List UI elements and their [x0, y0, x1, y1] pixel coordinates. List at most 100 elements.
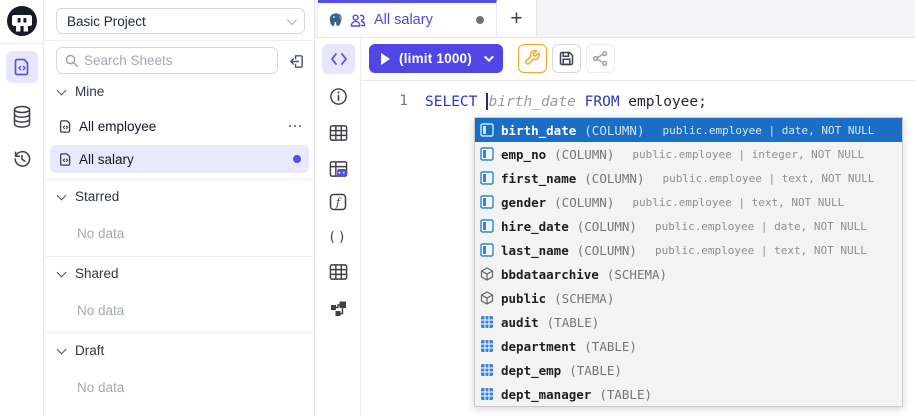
rail-item-info[interactable] — [328, 86, 348, 106]
suggestion-gender[interactable]: gender (COLUMN) public.employee | text, … — [475, 190, 902, 214]
column-icon — [480, 243, 494, 257]
column-icon — [480, 219, 494, 233]
wrench-icon — [524, 50, 541, 67]
table-icon — [480, 387, 494, 401]
search-sheets-input[interactable]: Search Sheets — [56, 47, 278, 74]
suggestion-public[interactable]: public (SCHEMA) — [475, 286, 902, 310]
sql-editor-app: Basic Project Search Sheets Mine — [0, 0, 915, 416]
column-icon — [480, 195, 494, 209]
search-placeholder: Search Sheets — [84, 53, 173, 68]
sql-text: employee; — [620, 94, 707, 110]
sheet-item-all-salary[interactable]: All salary — [50, 145, 309, 173]
format-sql-button[interactable] — [518, 44, 547, 73]
section-shared-label: Shared — [75, 266, 119, 281]
chevron-down-icon — [484, 52, 494, 62]
search-icon — [64, 53, 79, 68]
suggestion-bbdataarchive[interactable]: bbdataarchive (SCHEMA) — [475, 262, 902, 286]
table-icon — [329, 124, 348, 142]
table-icon — [480, 363, 494, 377]
table-icon — [480, 315, 494, 329]
section-draft-label: Draft — [75, 343, 104, 358]
table-icon — [329, 263, 348, 281]
save-sheet-button[interactable] — [552, 44, 581, 73]
rail-item-external-tables[interactable] — [328, 262, 348, 282]
panel-divider — [44, 332, 315, 333]
sheet-panel: Basic Project Search Sheets Mine — [44, 0, 315, 416]
rail-item-table-data[interactable] — [328, 159, 348, 179]
panel-divider — [44, 256, 315, 257]
sidebar-divider — [0, 43, 44, 44]
suggestion-dept-emp[interactable]: dept_emp (TABLE) — [475, 358, 902, 382]
suggestion-first-name[interactable]: first_name (COLUMN) public.employee | te… — [475, 166, 902, 190]
info-icon — [329, 87, 348, 106]
new-tab-button[interactable]: + — [497, 0, 537, 37]
tab-label: All salary — [372, 12, 470, 28]
column-icon — [480, 147, 494, 161]
code-line-1: 1 SELECT birth_date FROM employee; — [361, 91, 707, 111]
table-highlight-icon — [329, 160, 348, 178]
rail-item-tables[interactable] — [328, 123, 348, 143]
chevron-down-icon — [57, 85, 67, 95]
sheet-item-all-employee[interactable]: All employee — [50, 112, 309, 140]
project-selector-value: Basic Project — [67, 14, 287, 29]
database-icon — [11, 105, 33, 129]
project-selector[interactable]: Basic Project — [56, 8, 305, 34]
sql-keyword: SELECT — [425, 94, 486, 110]
chevron-down-icon — [287, 15, 297, 25]
line-number: 1 — [361, 93, 408, 109]
rail-item-functions[interactable]: f — [328, 192, 348, 212]
play-icon — [381, 53, 390, 65]
rail-item-code[interactable] — [322, 44, 355, 74]
run-query-button[interactable]: (limit 1000) — [369, 44, 503, 73]
unsaved-dot-icon — [476, 16, 484, 24]
suggestion-last-name[interactable]: last_name (COLUMN) public.employee | tex… — [475, 238, 902, 262]
sql-keyword: FROM — [576, 94, 620, 110]
panel-divider — [44, 40, 315, 41]
code-icon — [330, 52, 348, 66]
bytebase-logo-icon[interactable] — [7, 6, 37, 36]
suggestion-dept-manager[interactable]: dept_manager (TABLE) — [475, 382, 902, 406]
editor-rail: f () — [315, 0, 361, 416]
function-icon: f — [329, 193, 347, 211]
section-starred-label: Starred — [75, 189, 119, 204]
brackets-icon: () — [328, 230, 348, 245]
suggestion-hire-date[interactable]: hire_date (COLUMN) public.employee | dat… — [475, 214, 902, 238]
share-sheet-button[interactable] — [586, 44, 615, 73]
open-sheet-button[interactable] — [285, 50, 307, 72]
sheet-item-label: All salary — [79, 152, 287, 167]
sidebar-item-databases[interactable] — [6, 101, 38, 133]
rail-item-schema-diagram[interactable] — [328, 298, 348, 318]
users-icon — [350, 13, 366, 28]
sidebar-item-sheets[interactable] — [6, 51, 38, 83]
section-starred[interactable]: Starred — [58, 189, 119, 204]
ghost-suggestion-text: birth_date — [489, 94, 576, 110]
section-mine[interactable]: Mine — [58, 84, 104, 99]
active-sheet-dot — [293, 155, 301, 163]
column-icon — [480, 171, 494, 185]
tab-all-salary[interactable]: All salary — [318, 0, 497, 37]
sidebar-item-history[interactable] — [6, 143, 38, 175]
suggestion-emp-no[interactable]: emp_no (COLUMN) public.employee | intege… — [475, 142, 902, 166]
suggestion-department[interactable]: department (TABLE) — [475, 334, 902, 358]
history-icon — [11, 148, 33, 170]
chevron-down-icon — [57, 344, 67, 354]
postgres-icon — [328, 12, 344, 28]
sheet-item-label: All employee — [79, 119, 283, 134]
chevron-down-icon — [57, 267, 67, 277]
suggestion-audit[interactable]: audit (TABLE) — [475, 310, 902, 334]
suggestion-birth-date[interactable]: birth_date (COLUMN) public.employee | da… — [475, 118, 902, 142]
schema-icon — [480, 291, 494, 305]
section-draft[interactable]: Draft — [58, 343, 104, 358]
shared-empty-text: No data — [77, 303, 124, 318]
svg-text:f: f — [335, 196, 342, 209]
starred-empty-text: No data — [77, 226, 124, 241]
share-icon — [592, 50, 609, 67]
draft-empty-text: No data — [77, 380, 124, 395]
section-shared[interactable]: Shared — [58, 266, 119, 281]
editor-toolbar: (limit 1000) — [361, 38, 915, 81]
more-actions-icon[interactable] — [289, 125, 302, 128]
sheet-icon — [58, 119, 73, 134]
rail-item-procedures[interactable]: () — [328, 227, 348, 247]
open-sheet-icon — [287, 52, 306, 71]
column-icon — [480, 123, 494, 137]
